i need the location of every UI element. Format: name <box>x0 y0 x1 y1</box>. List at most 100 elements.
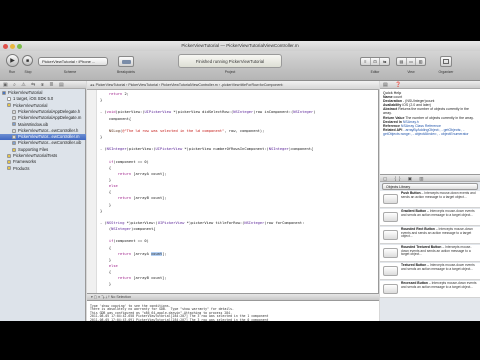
project-navigator: ▣ ⌕ ⚠ ⇆ ⦿ ≣ ▤ PickerViewTutorial 1 target… <box>0 81 86 321</box>
minimize-window-icon[interactable] <box>10 44 15 49</box>
code-token: (component == 0) <box>113 159 149 164</box>
jump-bar[interactable]: ◂ ▸ PickerViewTutorial › PickerViewTutor… <box>87 81 379 90</box>
organizer-icon <box>443 59 449 64</box>
scheme-popup[interactable]: PickerViewTutorial › iPhone ... <box>38 57 108 66</box>
stop-button[interactable]: ■ <box>22 55 33 66</box>
source-editor[interactable]: ◂ ▸ PickerViewTutorial › PickerViewTutor… <box>87 81 379 293</box>
breakpoints-button[interactable] <box>118 56 134 67</box>
xcode-window: PickerViewTutorial — PickerViewTutorialV… <box>0 41 480 321</box>
editor-gutter[interactable] <box>87 90 97 293</box>
button-thumbnail-icon <box>383 266 398 276</box>
navigator-item-label: PickerViewTutor...ewController.m <box>18 134 80 140</box>
code-token: NSInteger <box>111 227 132 232</box>
zoom-window-icon[interactable] <box>17 44 22 49</box>
navigator-item[interactable]: PickerViewTutorialAppDelegate.m <box>0 115 86 121</box>
library-filter-popup[interactable]: Objects Library <box>382 183 478 190</box>
debug-controls[interactable]: ▾ ▢ ⏸ ⤵ ⤓ ⤒ No Selection <box>91 295 131 299</box>
code-token: )row inComponent:( <box>253 110 294 115</box>
navigator-item[interactable]: PickerViewTutor...ewController.m <box>0 134 86 141</box>
scheme-label: Scheme <box>63 70 77 74</box>
code-token: else <box>108 263 118 268</box>
code-token: } <box>100 134 103 139</box>
navigator-item-label: Frameworks <box>13 159 37 165</box>
library-item[interactable]: Textured Button – Intercepts mouse-down … <box>380 263 480 280</box>
utilities-toggle-icon[interactable]: ▥ <box>416 58 425 65</box>
file-icon <box>12 128 16 133</box>
code-token: UIPickerView <box>157 220 185 225</box>
library-item[interactable]: Rounded Rect Button – Intercepts mouse-d… <box>380 227 480 244</box>
code-token: NSLog <box>108 128 120 133</box>
inspector-tab-bar[interactable]: ▤ ❓ <box>380 81 480 89</box>
toolbar: ▶ ■ Run Stop PickerViewTutorial › iPhone… <box>0 51 480 81</box>
library-item[interactable]: Recessed Button – Intercepts mouse-down … <box>380 281 480 298</box>
navigator-item[interactable]: PickerViewTutorialAppDelegate.h <box>0 109 86 115</box>
navigator-item[interactable]: PickerViewTutorial <box>0 103 86 109</box>
organizer-label: Organizer <box>438 70 454 74</box>
navigator-item[interactable]: Frameworks <box>0 159 86 165</box>
file-icon <box>12 141 16 146</box>
run-button[interactable]: ▶ <box>6 54 19 67</box>
organizer-button[interactable] <box>440 56 452 67</box>
code-token: return <box>117 251 132 256</box>
library-item[interactable]: Rounded Textured Button – Intercepts mou… <box>380 245 480 262</box>
code-token: { <box>100 165 112 170</box>
breakpoint-arrow-icon <box>122 60 131 64</box>
code-token: } <box>100 257 112 262</box>
breakpoints-label: Breakpoints <box>117 70 135 74</box>
code-token: - ( <box>100 220 107 225</box>
code-text[interactable]: return 2;} - (void)pickerView:(UIPickerVi… <box>100 91 378 291</box>
button-thumbnail-icon <box>383 230 398 240</box>
code-token: { <box>100 190 112 195</box>
close-window-icon[interactable] <box>3 44 8 49</box>
navigator-toggle-icon[interactable]: ▤ <box>397 58 407 65</box>
code-token: NSInteger <box>106 147 127 152</box>
navigator-item[interactable]: 1 target, iOS SDK 5.0 <box>0 96 86 102</box>
code-token: @"The %d row was selected in the %d comp… <box>122 128 225 133</box>
code-token: } <box>100 177 112 182</box>
code-token: *)pickerView titleForRow:( <box>184 220 245 225</box>
standard-editor-icon[interactable]: ≡ <box>361 58 371 65</box>
file-icon <box>7 97 11 102</box>
code-token: [arrayA count]; <box>131 171 167 176</box>
version-editor-icon[interactable]: ⇆ <box>380 58 389 65</box>
view-label: View <box>407 70 415 74</box>
code-token: - ( <box>100 110 107 115</box>
code-token: NSInteger <box>233 110 254 115</box>
navigator-item[interactable]: Products <box>0 166 86 172</box>
letterbox-bottom <box>0 321 480 360</box>
assistant-editor-icon[interactable]: ⊡ <box>371 58 381 65</box>
code-token: else <box>108 184 118 189</box>
editor-mode-segmented[interactable]: ≡ ⊡ ⇆ <box>360 57 390 66</box>
code-token: 2; <box>122 92 129 96</box>
library-item[interactable]: Push Button – Intercepts mouse-down even… <box>380 191 480 208</box>
console-output[interactable]: Type 'show copying' to see the condition… <box>87 301 379 321</box>
file-icon <box>12 122 16 127</box>
code-token: [arrayB count]; <box>131 276 167 281</box>
library-tab-bar[interactable]: ▢ {} ▣ ▥ <box>380 175 480 182</box>
navigator-item[interactable]: PickerViewTutor...ewController.h <box>0 128 86 134</box>
file-icon <box>12 134 16 139</box>
navigator-item[interactable]: PickerViewTutor...ewController.xib <box>0 140 86 146</box>
code-token: UIPickerView <box>144 110 172 115</box>
file-icon <box>2 90 6 95</box>
debug-area-toggle-icon[interactable]: ▭ <box>407 58 417 65</box>
navigator-item[interactable]: MainWindow.xib <box>0 122 86 128</box>
navigator-item[interactable]: PickerViewTutorialTests <box>0 153 86 159</box>
code-token: return <box>108 92 123 96</box>
view-segmented[interactable]: ▤ ▭ ▥ <box>396 57 426 66</box>
navigator-item[interactable]: Supporting Files <box>0 147 86 153</box>
button-thumbnail-icon <box>383 284 398 294</box>
navigator-item[interactable]: PickerViewTutorial <box>0 90 86 96</box>
file-icon <box>7 103 11 108</box>
code-token: return <box>117 196 132 201</box>
code-token: return <box>117 171 132 176</box>
code-token: } <box>100 98 103 103</box>
navigator-tab-bar[interactable]: ▣ ⌕ ⚠ ⇆ ⦿ ≣ ▤ <box>0 81 86 89</box>
library-item[interactable]: Gradient Button – Intercepts mouse-down … <box>380 209 480 226</box>
